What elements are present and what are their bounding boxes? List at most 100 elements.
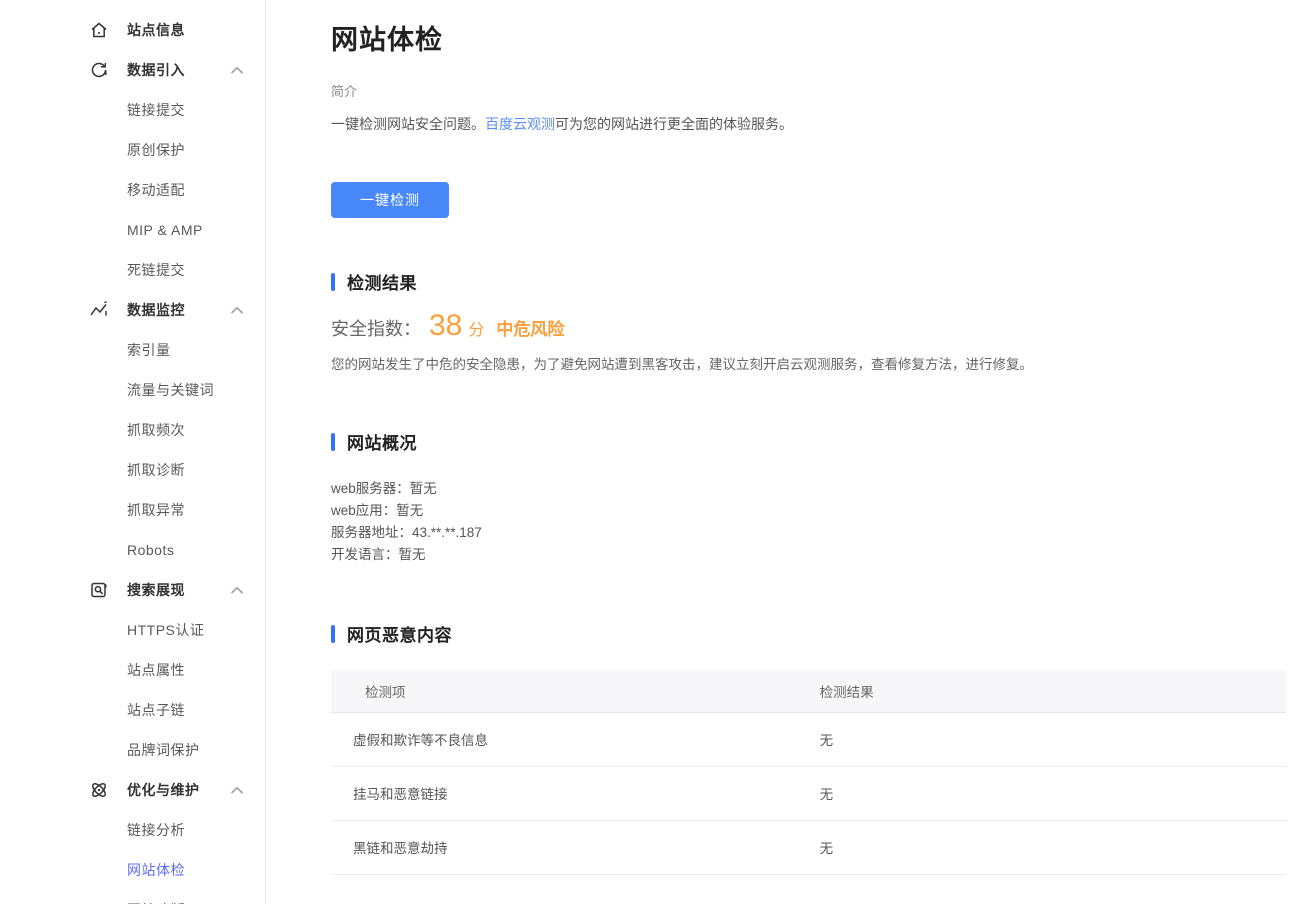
sidebar-item-site-revamp[interactable]: 网站改版 (0, 890, 265, 904)
section-header: 网站概况 (331, 429, 1286, 454)
data-monitor-icon (88, 299, 110, 321)
sidebar-item-label: 网站体检 (127, 860, 185, 880)
sidebar-item-site-attribute[interactable]: 站点属性 (0, 650, 265, 690)
section-accent-bar (331, 625, 335, 643)
column-header-check-item: 检测项 (331, 670, 805, 712)
intro-label: 简介 (331, 81, 1286, 100)
home-icon (88, 19, 110, 41)
baidu-cloud-watch-link[interactable]: 百度云观测 (485, 116, 555, 132)
page-title: 网站体检 (331, 18, 1286, 57)
sidebar-item-label: 链接分析 (127, 820, 185, 840)
check-item-cell: 挂马和恶意链接 (331, 766, 805, 820)
sidebar-item-link-analysis[interactable]: 链接分析 (0, 810, 265, 850)
sidebar-item-label: 链接提交 (127, 100, 185, 120)
table-row: 挂马和恶意链接 无 (331, 766, 1286, 820)
sidebar-item-link-submit[interactable]: 链接提交 (0, 90, 265, 130)
result-description: 您的网站发生了中危的安全隐患，为了避免网站遭到黑客攻击，建议立刻开启云观测服务，… (331, 353, 1286, 373)
check-item-cell: 黑链和恶意劫持 (331, 820, 805, 874)
sidebar-item-label: Robots (127, 542, 174, 558)
sidebar-group-label: 数据引入 (127, 60, 185, 80)
sidebar-group-optimize-maintain[interactable]: 优化与维护 (0, 770, 265, 810)
sidebar-item-label: HTTPS认证 (127, 620, 204, 640)
chevron-up-icon[interactable] (230, 783, 244, 797)
sidebar-group-label: 搜索展现 (127, 580, 185, 600)
sidebar-item-label: 品牌词保护 (127, 740, 200, 760)
sidebar-group-data-import[interactable]: 数据引入 (0, 50, 265, 90)
data-import-icon (88, 59, 110, 81)
sidebar-item-label: 站点属性 (127, 660, 185, 680)
sidebar-item-label: 索引量 (127, 340, 171, 360)
sidebar-item-site-info[interactable]: 站点信息 (0, 10, 265, 50)
overview-lines: web服务器：暂无 web应用：暂无 服务器地址：43.**.**.187 开发… (331, 478, 1286, 566)
intro-text-before: 一键检测网站安全问题。 (331, 116, 485, 132)
table-header-row: 检测项 检测结果 (331, 670, 1286, 712)
sidebar-item-label: MIP & AMP (127, 222, 203, 238)
sidebar-item-index-volume[interactable]: 索引量 (0, 330, 265, 370)
overview-line-server-address: 服务器地址：43.**.**.187 (331, 522, 1286, 544)
sidebar-item-https-cert[interactable]: HTTPS认证 (0, 610, 265, 650)
sidebar-item-label: 抓取频次 (127, 420, 185, 440)
chevron-up-icon[interactable] (230, 303, 244, 317)
overview-line-web-server: web服务器：暂无 (331, 478, 1286, 500)
sidebar-item-label: 站点信息 (127, 20, 185, 40)
chevron-up-icon[interactable] (230, 583, 244, 597)
sidebar-item-traffic-keywords[interactable]: 流量与关键词 (0, 370, 265, 410)
table-row: 黑链和恶意劫持 无 (331, 820, 1286, 874)
risk-level-badge: 中危风险 (496, 315, 564, 340)
sidebar-item-robots[interactable]: Robots (0, 530, 265, 570)
sidebar: 站点信息 数据引入 链接提交 原创保护 移动适配 MIP & AMP 死 (0, 0, 266, 904)
sidebar-item-crawl-exception[interactable]: 抓取异常 (0, 490, 265, 530)
sidebar-item-dead-link-submit[interactable]: 死链提交 (0, 250, 265, 290)
sidebar-item-label: 原创保护 (127, 140, 185, 160)
score-label: 安全指数： (331, 315, 421, 341)
section-title: 检测结果 (347, 269, 417, 294)
check-result-cell: 无 (805, 820, 1286, 874)
check-result-cell: 无 (805, 766, 1286, 820)
sidebar-item-label: 抓取异常 (127, 500, 185, 520)
sidebar-item-label: 抓取诊断 (127, 460, 185, 480)
section-header: 网页恶意内容 (331, 621, 1286, 646)
check-item-cell: 虚假和欺诈等不良信息 (331, 712, 805, 766)
sidebar-item-label: 移动适配 (127, 180, 185, 200)
sidebar-item-brand-protection[interactable]: 品牌词保护 (0, 730, 265, 770)
sidebar-item-site-sublinks[interactable]: 站点子链 (0, 690, 265, 730)
one-click-detect-button[interactable]: 一键检测 (331, 182, 449, 218)
sidebar-item-label: 网站改版 (127, 900, 185, 904)
check-result-cell: 无 (805, 712, 1286, 766)
score-value: 38 (429, 309, 462, 343)
sidebar-group-search-display[interactable]: 搜索展现 (0, 570, 265, 610)
section-accent-bar (331, 273, 335, 291)
section-accent-bar (331, 433, 335, 451)
section-detect-result: 检测结果 安全指数： 38 分 中危风险 您的网站发生了中危的安全隐患，为了避免… (331, 269, 1286, 373)
app-window: 站点信息 数据引入 链接提交 原创保护 移动适配 MIP & AMP 死 (0, 0, 1304, 904)
section-title: 网页恶意内容 (347, 621, 452, 646)
sidebar-item-label: 死链提交 (127, 260, 185, 280)
sidebar-item-crawl-frequency[interactable]: 抓取频次 (0, 410, 265, 450)
overview-line-dev-language: 开发语言：暂无 (331, 544, 1286, 566)
sidebar-group-label: 数据监控 (127, 300, 185, 320)
sidebar-item-label: 站点子链 (127, 700, 185, 720)
security-score-line: 安全指数： 38 分 中危风险 (331, 309, 1286, 343)
sidebar-item-original-protection[interactable]: 原创保护 (0, 130, 265, 170)
sidebar-item-site-checkup[interactable]: 网站体检 (0, 850, 265, 890)
malicious-content-table: 检测项 检测结果 虚假和欺诈等不良信息 无 挂马和恶意链接 无 黑链和恶意劫持 (331, 670, 1286, 875)
intro-text-after: 可为您的网站进行更全面的体验服务。 (555, 116, 793, 132)
optimize-maintain-icon (88, 779, 110, 801)
chevron-up-icon[interactable] (230, 63, 244, 77)
section-site-overview: 网站概况 web服务器：暂无 web应用：暂无 服务器地址：43.**.**.1… (331, 429, 1286, 566)
table-row: 虚假和欺诈等不良信息 无 (331, 712, 1286, 766)
score-unit: 分 (468, 316, 484, 340)
sidebar-item-mip-amp[interactable]: MIP & AMP (0, 210, 265, 250)
sidebar-item-label: 流量与关键词 (127, 380, 214, 400)
sidebar-item-mobile-adaptation[interactable]: 移动适配 (0, 170, 265, 210)
overview-line-web-app: web应用：暂无 (331, 500, 1286, 522)
search-display-icon (88, 579, 110, 601)
sidebar-group-label: 优化与维护 (127, 780, 200, 800)
section-malicious-content: 网页恶意内容 检测项 检测结果 虚假和欺诈等不良信息 无 挂马和恶意链 (331, 621, 1286, 875)
section-header: 检测结果 (331, 269, 1286, 294)
column-header-check-result: 检测结果 (805, 670, 1286, 712)
intro-text: 一键检测网站安全问题。百度云观测可为您的网站进行更全面的体验服务。 (331, 114, 1286, 134)
sidebar-group-data-monitor[interactable]: 数据监控 (0, 290, 265, 330)
section-title: 网站概况 (347, 429, 417, 454)
sidebar-item-crawl-diagnosis[interactable]: 抓取诊断 (0, 450, 265, 490)
